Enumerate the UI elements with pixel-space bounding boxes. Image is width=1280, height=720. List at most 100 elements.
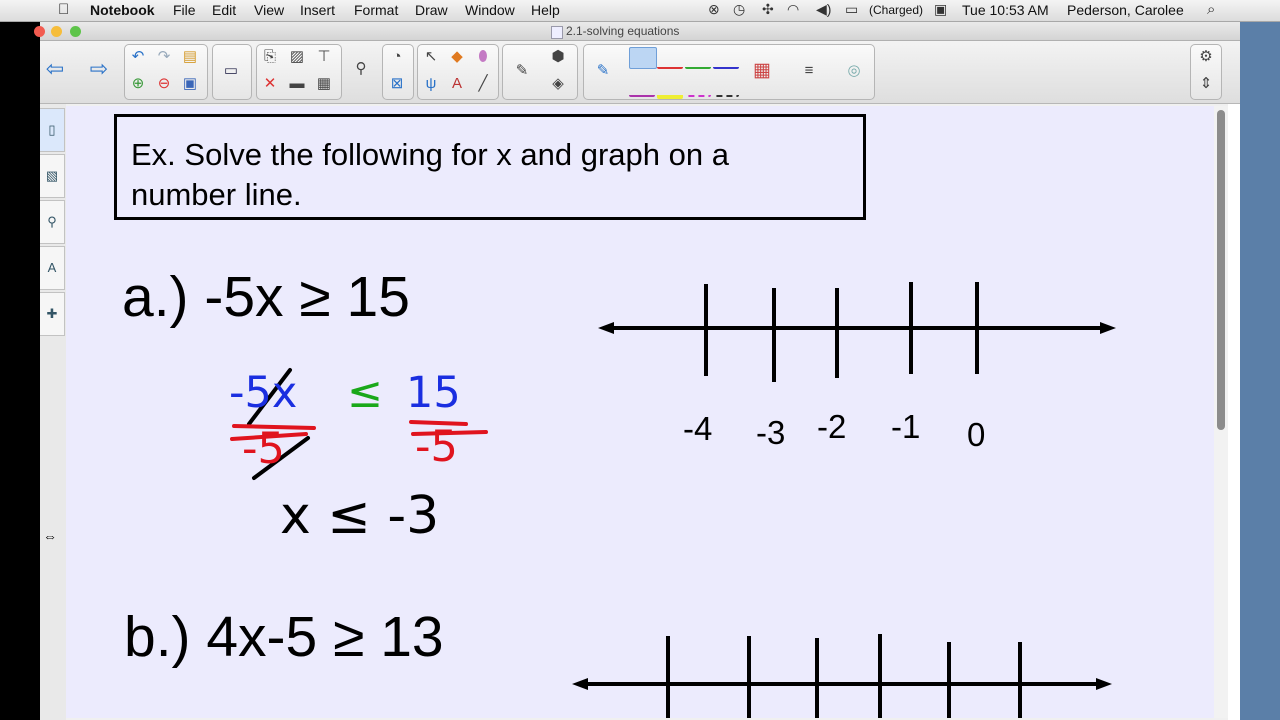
back-arrow-icon[interactable]: ⇦ <box>44 58 66 80</box>
battery-status[interactable]: (Charged) <box>869 3 923 17</box>
measurement-tools-icon[interactable]: ◔ <box>386 46 408 68</box>
handwritten-step-left[interactable]: -5x <box>229 368 297 418</box>
attachments-tab[interactable]: ⚲ <box>40 200 65 244</box>
eraser-block-icon[interactable]: ◈ <box>547 73 569 95</box>
transparency-icon[interactable]: ◎ <box>843 60 865 82</box>
spotlight-search-icon[interactable]: ⌕ <box>1207 1 1215 18</box>
collapse-sidebar-icon[interactable]: ⇔ <box>43 528 57 544</box>
pen-black-dashed[interactable] <box>713 75 739 97</box>
fill-tools-group: ✎ ⬢ ◈ <box>502 44 578 100</box>
zoom-window-button[interactable] <box>70 26 81 37</box>
math-tools-group: ◔ ⊠ <box>382 44 414 100</box>
properties-icon: A <box>47 260 57 275</box>
menu-format[interactable]: Format <box>354 2 398 18</box>
battery-icon[interactable]: ▭ <box>845 1 858 18</box>
notebook-window: 2.1-solving equations ⇦ ⇨ ↶ ↷ ▤ ⊕ ⊖ ▣ ▭ … <box>34 22 1240 720</box>
undo-icon[interactable]: ↶ <box>127 46 149 68</box>
redo-icon[interactable]: ↷ <box>153 46 175 68</box>
menu-draw[interactable]: Draw <box>415 2 448 18</box>
window-right-edge <box>1228 104 1240 720</box>
handwritten-answer[interactable]: x ≤ -3 <box>280 486 439 546</box>
record-icon[interactable]: ⊗ <box>708 1 720 18</box>
side-tabs: ▯ ▧ ⚲ A ✚ ⇔ <box>40 104 66 720</box>
save-icon[interactable]: ▣ <box>179 73 201 95</box>
pen-properties-group: ✎ ▦ ≡ ◎ <box>583 44 875 100</box>
eraser-icon[interactable]: ⬮ <box>472 46 494 68</box>
pen-green-thin[interactable] <box>685 47 711 69</box>
pen-yellow-highlighter[interactable] <box>657 75 683 99</box>
menubar-clock[interactable]: Tue 10:53 AM <box>962 2 1049 18</box>
open-icon[interactable]: ▤ <box>179 46 201 68</box>
select-icon[interactable]: ↖ <box>420 46 442 68</box>
menu-view[interactable]: View <box>254 2 284 18</box>
add-page-icon[interactable]: ⊕ <box>127 73 149 95</box>
gallery-icon: ▧ <box>45 168 59 183</box>
pen-purple[interactable] <box>629 75 655 97</box>
magic-pen-icon[interactable]: ✎ <box>511 60 533 82</box>
toolbar-position-icon[interactable]: ⇕ <box>1195 73 1217 95</box>
page-tools-group: ↶ ↷ ▤ ⊕ ⊖ ▣ <box>124 44 208 100</box>
line-icon[interactable]: ╱ <box>472 73 494 95</box>
menu-help[interactable]: Help <box>531 2 560 18</box>
pen-blue-thick[interactable] <box>713 47 739 69</box>
tick-label-a-2: -3 <box>756 414 786 451</box>
bluetooth-icon[interactable]: ✣ <box>762 1 774 18</box>
delete-icon[interactable]: ✕ <box>259 73 281 95</box>
insert-image-icon[interactable]: ▨ <box>286 46 308 68</box>
handwriting-pen-icon[interactable]: ψ <box>420 73 442 95</box>
apple-menu-icon[interactable]:  <box>58 1 69 18</box>
tick-label-a-5: 0 <box>967 416 986 453</box>
volume-icon[interactable]: ◀) <box>816 1 831 18</box>
pen-blue-thin[interactable] <box>629 47 657 69</box>
fill-icon[interactable]: ⬢ <box>547 46 569 68</box>
gallery-tab[interactable]: ▧ <box>40 154 65 198</box>
pen-icon[interactable]: ✎ <box>592 60 614 82</box>
time-machine-icon[interactable]: ◷ <box>733 1 745 18</box>
menu-edit[interactable]: Edit <box>212 2 236 18</box>
toolbar-options-group: ⚙ ⇕ <box>1190 44 1222 100</box>
pen-red-thin[interactable] <box>657 47 683 69</box>
pen-magenta-dashed[interactable] <box>685 75 711 97</box>
properties-tab[interactable]: A <box>40 246 65 290</box>
number-line-b[interactable] <box>572 634 1112 718</box>
menu-file[interactable]: File <box>173 2 196 18</box>
menubar-user[interactable]: Pederson, Carolee <box>1067 2 1184 18</box>
shapes-icon[interactable]: ◆ <box>446 46 468 68</box>
keyboard-viewer-icon[interactable]: ▣ <box>934 1 947 18</box>
addons-tab[interactable]: ✚ <box>40 292 65 336</box>
table-icon[interactable]: ▦ <box>313 73 335 95</box>
text-icon[interactable]: A <box>446 73 468 95</box>
scrollbar-thumb[interactable] <box>1217 110 1225 430</box>
document-proxy-icon[interactable] <box>551 26 563 39</box>
document-camera-icon[interactable]: ⊤ <box>313 46 335 68</box>
handwritten-divisor-right[interactable]: -5 <box>415 422 458 472</box>
minimize-window-button[interactable] <box>51 26 62 37</box>
screen-shade-icon[interactable]: ▭ <box>220 60 242 82</box>
color-palette-icon[interactable]: ▦ <box>751 60 773 82</box>
handwritten-step-right[interactable]: 15 <box>406 368 461 418</box>
settings-gear-icon[interactable]: ⚙ <box>1195 46 1217 68</box>
page-sorter-tab[interactable]: ▯ <box>40 108 65 152</box>
page-sorter-icon: ▯ <box>48 122 56 137</box>
screen-capture-icon[interactable]: ▬ <box>286 73 308 95</box>
cross-icon[interactable]: ⊠ <box>386 73 408 95</box>
handwritten-divisor-left[interactable]: -5 <box>242 424 285 474</box>
close-window-button[interactable] <box>34 26 45 37</box>
attachments-icon[interactable]: ⚲ <box>350 58 372 80</box>
number-line-a[interactable] <box>598 282 1116 382</box>
line-style-icon[interactable]: ≡ <box>798 60 820 82</box>
handwritten-step-sign[interactable]: ≤ <box>347 368 383 418</box>
selection-tools-group: ↖ ◆ ⬮ ψ A ╱ <box>417 44 499 100</box>
forward-arrow-icon[interactable]: ⇨ <box>88 58 110 80</box>
menu-bar:  Notebook File Edit View Insert Format … <box>0 0 1280 22</box>
paste-icon[interactable]: ⎘ <box>259 46 281 68</box>
menu-window[interactable]: Window <box>465 2 515 18</box>
toolbar: ⇦ ⇨ ↶ ↷ ▤ ⊕ ⊖ ▣ ▭ ⎘ ▨ ⊤ ✕ ▬ ▦ ⚲ ◔ ⊠ ↖ ◆ <box>40 41 1240 104</box>
puzzle-icon: ✚ <box>46 306 58 321</box>
delete-page-icon[interactable]: ⊖ <box>153 73 175 95</box>
app-menu[interactable]: Notebook <box>90 2 155 18</box>
menu-insert[interactable]: Insert <box>300 2 335 18</box>
whiteboard-page[interactable]: Ex. Solve the following for x and graph … <box>66 106 1214 718</box>
wifi-icon[interactable]: ◠ <box>787 1 799 18</box>
vertical-scrollbar[interactable] <box>1214 106 1228 718</box>
